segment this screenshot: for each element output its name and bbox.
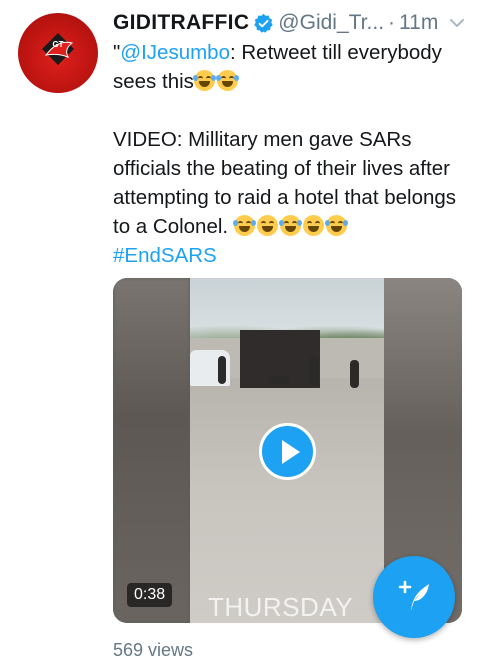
compose-tweet-button[interactable] [373, 556, 455, 638]
laughing-tears-emoji [192, 70, 216, 91]
video-duration: 0:38 [127, 583, 173, 607]
retweet-line: "@IJesumbo: Retweet till everybody sees … [113, 38, 463, 96]
display-name[interactable]: GIDITRAFFIC [113, 11, 249, 35]
video-watermark: THURSDAY [208, 592, 354, 622]
chevron-down-icon[interactable] [448, 14, 466, 32]
grinning-emoji [256, 215, 278, 236]
gidi-traffic-logo: GT [42, 33, 74, 65]
video-description: VIDEO: Millitary men gave SARs officials… [113, 125, 463, 241]
tweet-text: "@IJesumbo: Retweet till everybody sees … [113, 38, 463, 270]
video-blur-left [113, 278, 190, 623]
compose-tweet-icon [398, 580, 429, 611]
play-button[interactable] [259, 423, 316, 480]
view-count: 569 views [113, 640, 194, 660]
tweet-header: GIDITRAFFIC @Gidi_Tr... · 11m [113, 8, 466, 38]
user-handle[interactable]: @Gidi_Tr... [278, 11, 384, 35]
separator-dot: · [388, 11, 396, 34]
hashtag-link[interactable]: #EndSARS [113, 244, 217, 267]
avatar[interactable]: GT [18, 13, 98, 93]
play-icon [282, 440, 300, 464]
laughing-tears-emoji [278, 215, 302, 236]
verified-badge-icon [254, 13, 274, 33]
laughing-tears-emoji [215, 70, 239, 91]
mention-link[interactable]: @IJesumbo [120, 41, 230, 64]
laughing-tears-emoji [232, 215, 256, 236]
avatar-letters: GT [52, 40, 63, 49]
laughing-tears-emoji [324, 215, 348, 236]
grinning-emoji [302, 215, 324, 236]
tweet-time[interactable]: 11m [399, 11, 438, 35]
